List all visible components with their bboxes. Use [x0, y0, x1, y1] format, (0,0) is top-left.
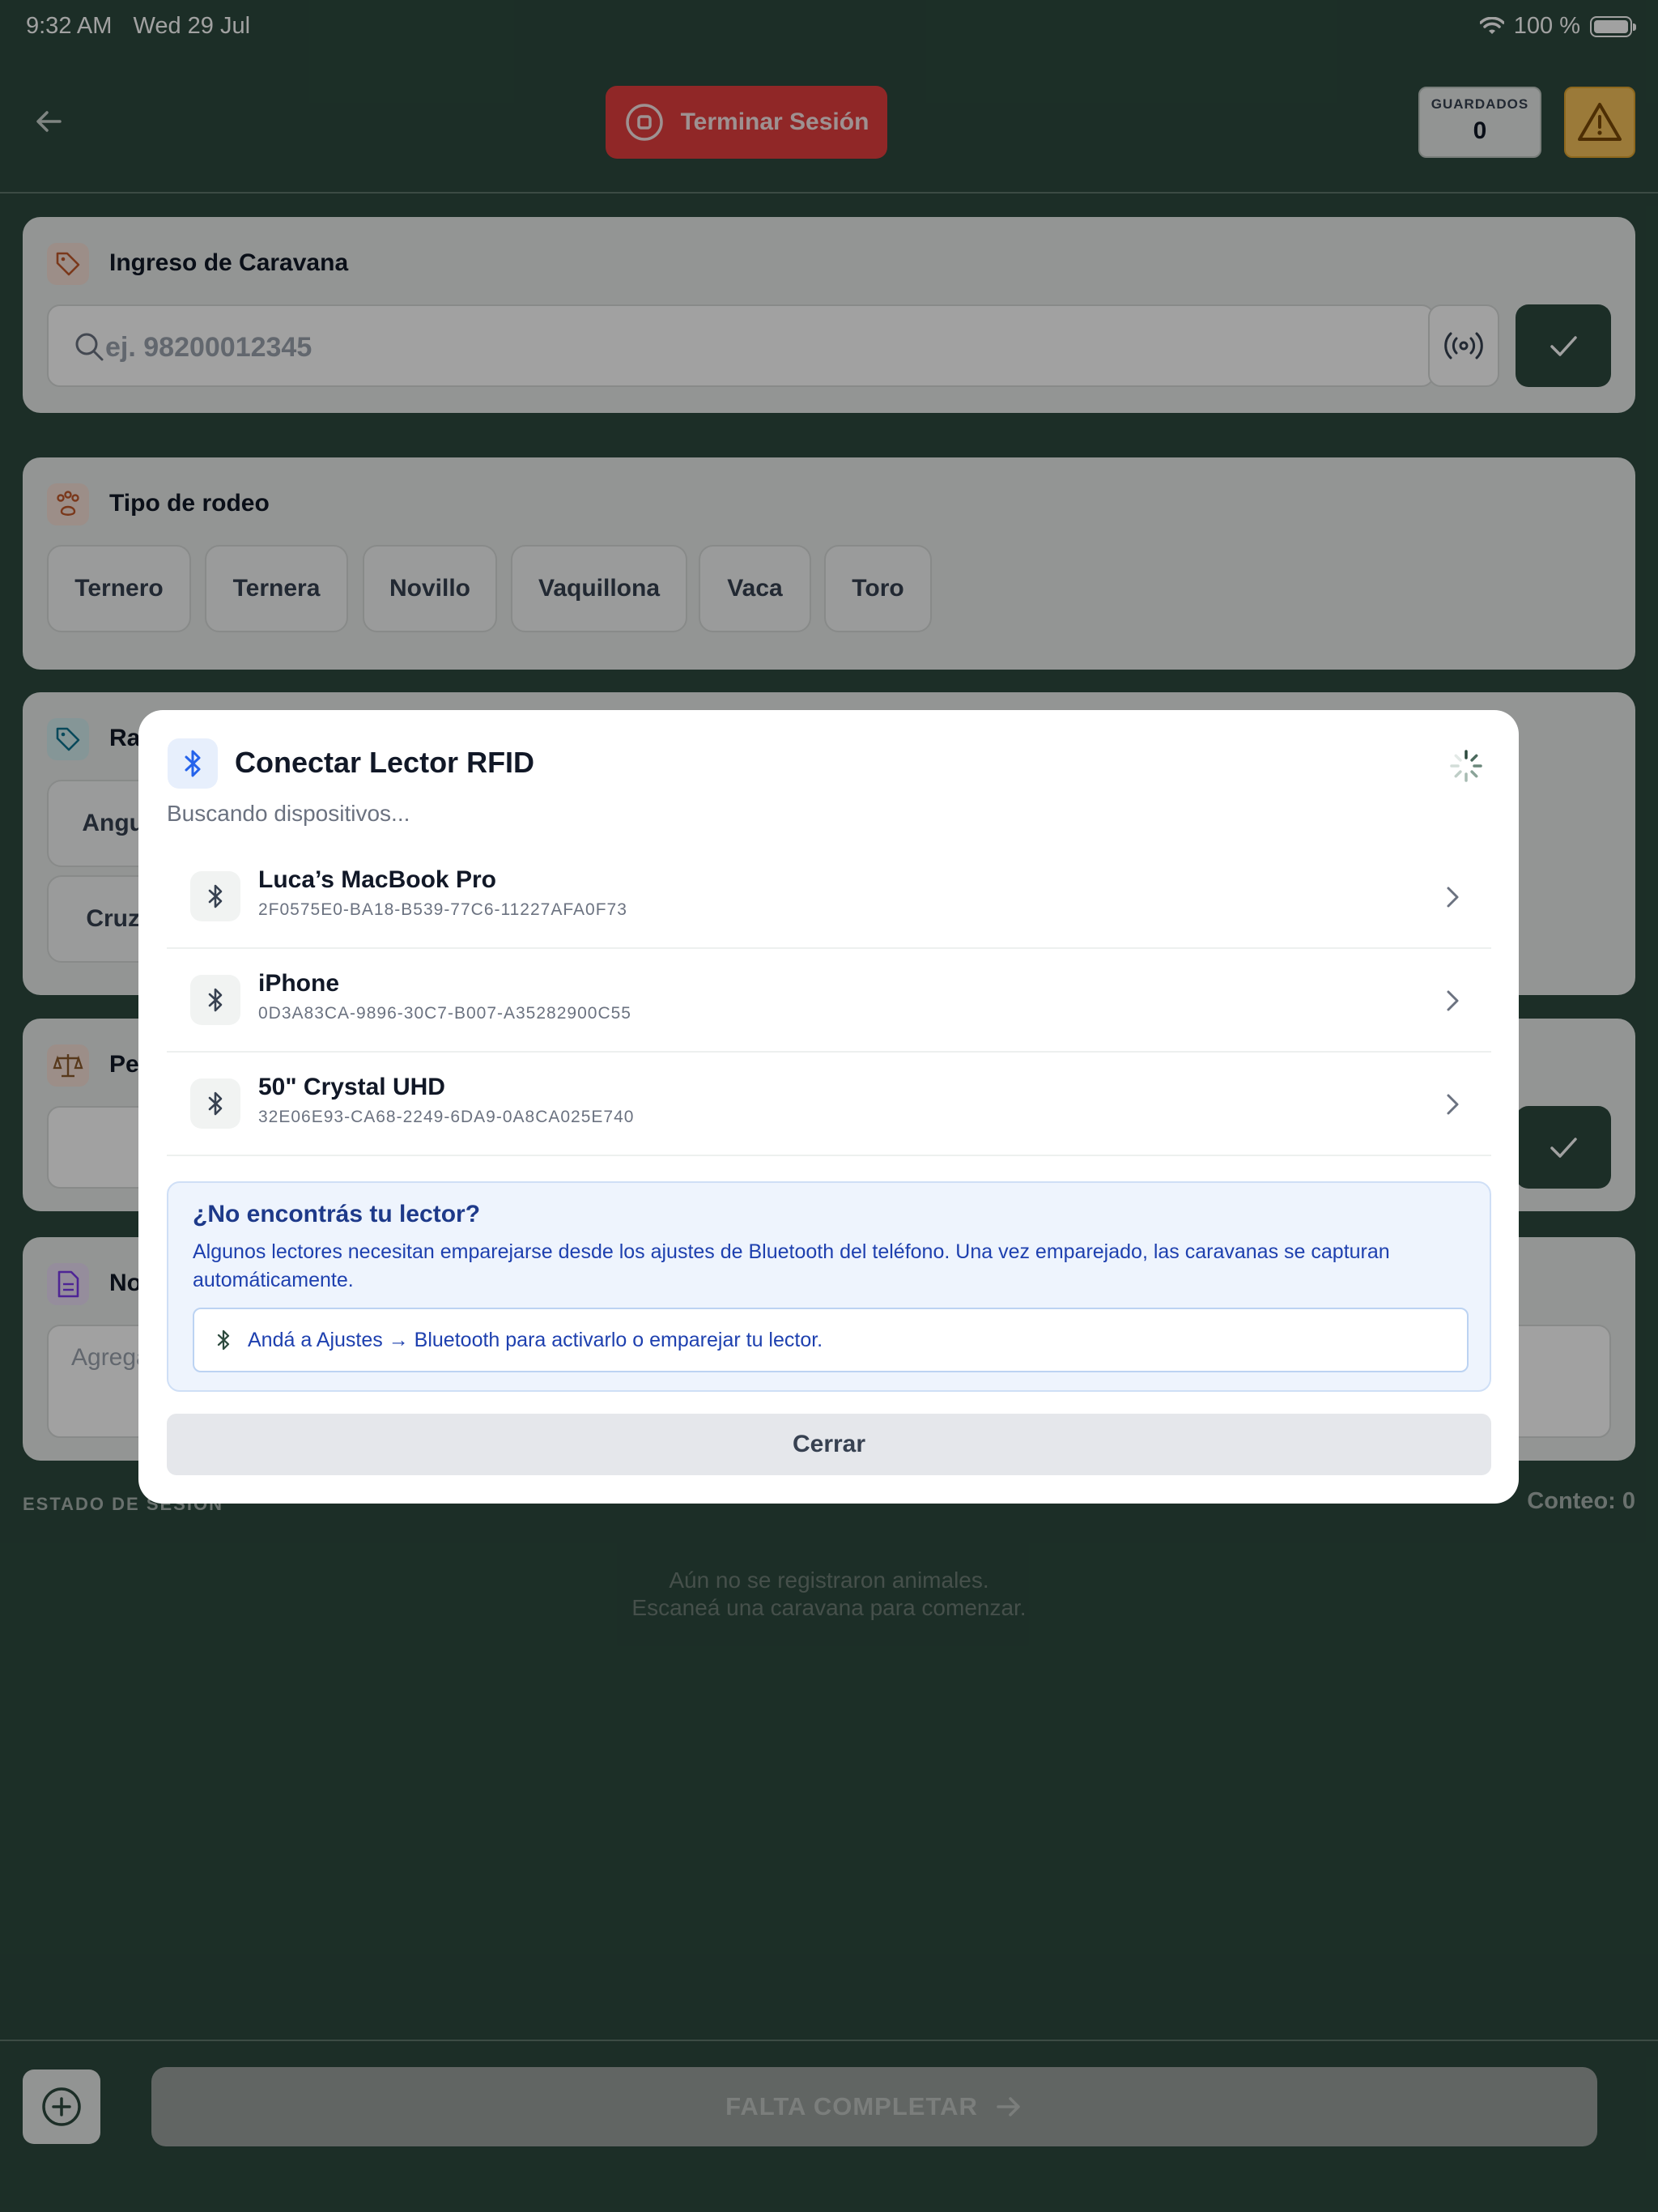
help-box: ¿No encontrás tu lector? Algunos lectore…	[167, 1181, 1491, 1392]
device-id: 0D3A83CA-9896-30C7-B007-A35282900C55	[258, 1004, 631, 1023]
device-row[interactable]: iPhone 0D3A83CA-9896-30C7-B007-A35282900…	[167, 949, 1491, 1053]
bluetooth-icon	[217, 1329, 230, 1351]
bluetooth-icon-wrapper	[190, 1078, 240, 1129]
help-title: ¿No encontrás tu lector?	[193, 1201, 481, 1227]
bluetooth-icon	[208, 988, 223, 1012]
bluetooth-icon-wrapper	[190, 871, 240, 921]
device-id: 32E06E93-CA68-2249-6DA9-0A8CA025E740	[258, 1108, 635, 1126]
device-name: iPhone	[258, 970, 340, 997]
rfid-connect-modal: Conectar Lector RFID Buscando dispositiv…	[138, 710, 1519, 1504]
help-tip-text: Andá a Ajustes → Bluetooth para activarl…	[248, 1328, 823, 1351]
bluetooth-icon-wrapper	[168, 738, 218, 789]
help-tip: Andá a Ajustes → Bluetooth para activarl…	[193, 1308, 1469, 1372]
bluetooth-icon	[185, 750, 201, 777]
chevron-right-icon	[1447, 1094, 1459, 1115]
device-row[interactable]: 50" Crystal UHD 32E06E93-CA68-2249-6DA9-…	[167, 1053, 1491, 1156]
device-id: 2F0575E0-BA18-B539-77C6-11227AFA0F73	[258, 900, 627, 919]
device-row[interactable]: Luca’s MacBook Pro 2F0575E0-BA18-B539-77…	[167, 845, 1491, 949]
device-name: 50" Crystal UHD	[258, 1074, 445, 1100]
chevron-right-icon	[1447, 887, 1459, 908]
bluetooth-icon-wrapper	[190, 975, 240, 1025]
chevron-right-icon	[1447, 990, 1459, 1011]
spinner-icon	[1450, 750, 1482, 782]
bluetooth-icon	[208, 884, 223, 908]
device-name: Luca’s MacBook Pro	[258, 866, 496, 893]
help-body: Algunos lectores necesitan emparejarse d…	[193, 1240, 1390, 1291]
modal-title: Conectar Lector RFID	[235, 746, 535, 779]
modal-subtitle: Buscando dispositivos...	[167, 801, 410, 826]
close-button[interactable]: Cerrar	[167, 1414, 1491, 1475]
bluetooth-icon	[208, 1091, 223, 1116]
